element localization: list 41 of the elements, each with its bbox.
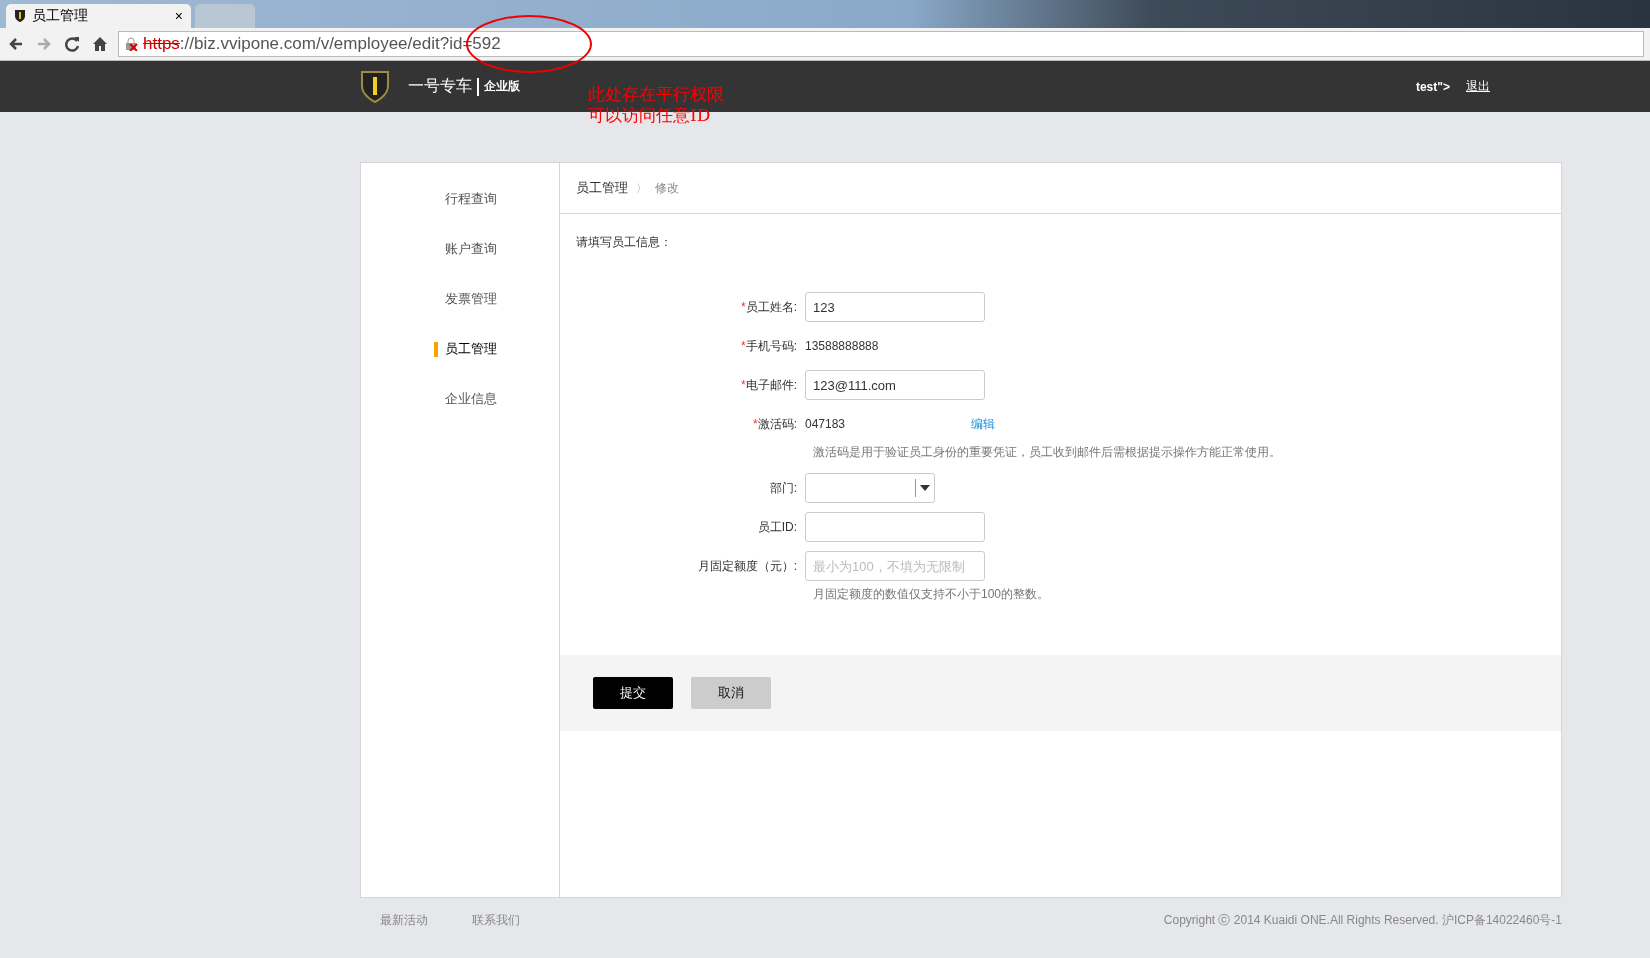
breadcrumb-link[interactable]: 员工管理 [576,179,628,197]
field-label: 部门: [768,479,798,497]
submit-button[interactable]: 提交 [593,677,673,709]
text-field[interactable]: 最小为100，不填为无限制 [805,551,985,581]
edit-link[interactable]: 编辑 [971,415,995,433]
user-name[interactable]: test"> [1415,79,1450,94]
annotation-text: 此处存在平行权限 [588,84,724,105]
reload-icon[interactable] [62,34,82,54]
form-intro: 请填写员工信息： [575,234,673,251]
field-label: *员工姓名: [740,298,798,316]
field-label: *电子邮件: [740,376,798,394]
browser-tab[interactable]: 员工管理 × [6,4,191,28]
text-field[interactable]: 123@111.com [805,370,985,400]
sidebar-item[interactable]: 发票管理 [423,274,497,324]
field-label: 员工ID: [756,518,798,536]
field-value: 13588888888 [805,339,880,353]
dropdown-field[interactable] [805,473,935,503]
field-label: *激活码: [752,415,798,433]
logout-link[interactable]: 退出 [1466,78,1490,95]
cancel-button[interactable]: 取消 [691,677,771,709]
field-label: 月固定额度（元）: [696,557,798,575]
brand-name: 一号专车 [408,76,472,96]
field-hint: 激活码是用于验证员工身份的重要凭证，员工收到邮件后需根据提示操作方能正常使用。 [813,444,1282,461]
sidebar-item[interactable]: 账户查询 [423,224,497,274]
breadcrumb-current: 修改 [655,179,679,197]
sidebar-item[interactable]: 行程查询 [423,174,497,224]
field-label: *手机号码: [740,337,798,355]
copyright-text: Copyright ⓒ 2014 Kuaidi ONE.All Rights Reserved. 沪ICP备14022460号-1 [1163,912,1562,929]
lock-error-icon [125,37,139,51]
sidebar-item[interactable]: 企业信息 [423,374,497,424]
breadcrumb-separator: 〉 [636,180,647,196]
field-hint: 月固定额度的数值仅支持不小于100的整数。 [813,586,1051,603]
text-field[interactable]: 123 [805,292,985,322]
edition-label: 企业版 [484,78,520,95]
shield-logo-icon [360,69,390,104]
sidebar-item[interactable]: 员工管理 [423,324,497,374]
shield-icon [14,9,26,23]
field-value: 047183 [805,417,847,431]
caret-icon [920,485,930,491]
close-icon[interactable]: × [174,8,183,24]
text-field[interactable] [805,512,985,542]
